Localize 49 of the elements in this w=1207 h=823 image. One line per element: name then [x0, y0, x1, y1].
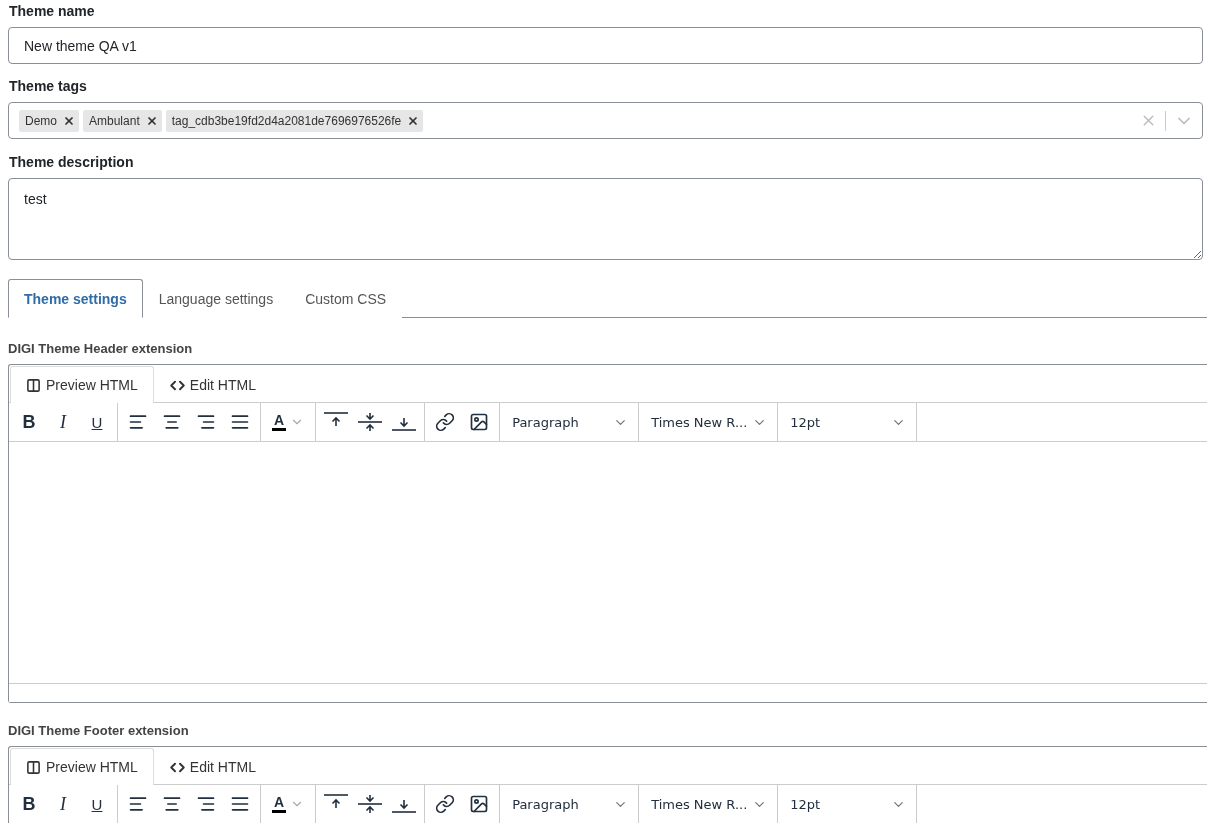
columns-icon — [26, 377, 41, 393]
font-family-select[interactable]: Times New R... — [639, 403, 779, 441]
font-size-select[interactable]: 12pt — [778, 403, 918, 441]
field-label: Theme tags — [9, 78, 88, 94]
underline-button[interactable]: U — [80, 789, 114, 819]
align-justify-icon[interactable] — [230, 412, 250, 432]
tag-text: tag_cdb3be19fd2d4a2081de7696976526fe — [171, 113, 402, 128]
align-center-icon[interactable] — [162, 794, 182, 814]
text-color-button[interactable]: A — [264, 407, 313, 437]
editor-label: DIGI Theme Header extension — [8, 341, 194, 357]
align-left-icon[interactable] — [128, 412, 148, 432]
link-icon[interactable] — [435, 794, 456, 814]
spacing-icon[interactable] — [358, 412, 383, 432]
font-size-select[interactable]: 12pt — [778, 785, 918, 823]
align-center-icon[interactable] — [162, 412, 182, 432]
editor-tab[interactable]: Edit HTML — [153, 748, 272, 785]
font-family-select[interactable]: Times New R... — [639, 785, 779, 823]
tags-select[interactable]: Demo Ambulant tag_cdb3be19fd2d4a2081de7696976526fe — [8, 102, 1203, 139]
theme-name-input[interactable]: New theme QA v1 — [8, 27, 1203, 64]
tag-text: Ambulant — [89, 113, 140, 128]
editor-tab[interactable]: Preview HTML — [10, 366, 154, 403]
field-label: Theme description — [9, 154, 135, 170]
remove-icon[interactable] — [407, 114, 420, 127]
columns-icon — [26, 759, 41, 775]
text-color-button[interactable]: A — [264, 789, 313, 819]
italic-button[interactable]: I — [46, 407, 80, 437]
block-format-select[interactable]: Paragraph — [500, 403, 640, 441]
editor-tab[interactable]: Edit HTML — [153, 366, 272, 403]
tab[interactable]: Theme settings — [8, 279, 143, 318]
image-icon[interactable] — [469, 412, 490, 432]
image-icon[interactable] — [469, 794, 490, 814]
remove-icon[interactable] — [145, 114, 158, 127]
theme-description-textarea[interactable]: test — [8, 178, 1203, 260]
field-label: Theme name — [9, 3, 96, 19]
bold-button[interactable]: B — [12, 789, 46, 819]
editor-label: DIGI Theme Footer extension — [8, 723, 190, 739]
align-justify-icon[interactable] — [230, 794, 250, 814]
align-right-icon[interactable] — [196, 794, 216, 814]
editor-tab[interactable]: Preview HTML — [10, 748, 154, 785]
remove-icon[interactable] — [63, 114, 75, 127]
block-format-select[interactable]: Paragraph — [500, 785, 640, 823]
tag-text: Demo — [25, 113, 57, 128]
underline-button[interactable]: U — [80, 407, 114, 437]
link-icon[interactable] — [435, 412, 456, 432]
align-left-icon[interactable] — [128, 794, 148, 814]
italic-button[interactable]: I — [46, 789, 80, 819]
align-right-icon[interactable] — [196, 412, 216, 432]
bold-button[interactable]: B — [12, 407, 46, 437]
spacing-icon[interactable] — [358, 794, 383, 814]
